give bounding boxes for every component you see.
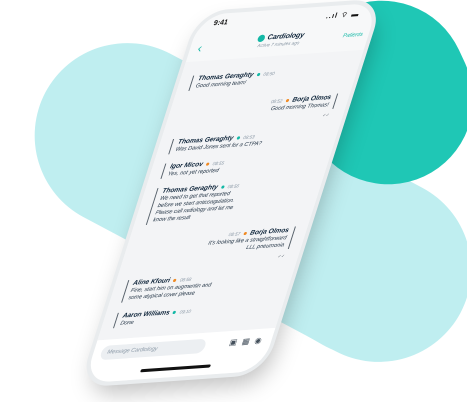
online-status-icon — [285, 98, 290, 103]
message-text: Done — [119, 319, 135, 327]
home-indicator — [140, 364, 212, 373]
composer-actions: ▣ ▦ ◉ — [228, 336, 263, 347]
message-time: 08:56 — [226, 183, 240, 190]
channel-icon — [256, 34, 266, 43]
message-item: Thomas Geraghty 08:56 We need to get tha… — [145, 182, 242, 225]
read-receipt-icon: ✓✓ — [321, 112, 331, 118]
online-status-icon — [243, 231, 248, 236]
message-input[interactable]: Message Cardiology — [98, 338, 208, 361]
online-status-icon — [220, 185, 225, 189]
message-item: Thomas Geraghty 08:50 Good morning team! — [188, 69, 276, 91]
message-item: Aline Kfouri 08:58 Fine, start him on au… — [121, 274, 215, 303]
message-item: Aaron Williams 09:10 Done — [113, 307, 193, 329]
camera-icon[interactable]: ▣ — [228, 337, 238, 347]
message-item: 08:57 Borja Olmos It's looking like a st… — [204, 226, 296, 255]
online-status-icon — [236, 136, 241, 140]
message-time: 09:10 — [178, 308, 192, 315]
user-icon[interactable]: ◉ — [253, 336, 263, 346]
online-status-icon — [173, 278, 177, 283]
message-time: 08:53 — [242, 134, 256, 141]
message-item: Thomas Geraghty 08:53 Was David Jones se… — [168, 132, 266, 155]
online-status-icon — [256, 72, 261, 77]
message-time: 08:55 — [211, 160, 225, 167]
message-text-line: know the result — [152, 214, 192, 224]
online-status-icon — [205, 162, 210, 166]
message-time: 08:50 — [262, 70, 276, 77]
online-status-icon — [172, 310, 177, 315]
chat-title-block[interactable]: Cardiology Active 7 minutes ago — [237, 31, 323, 50]
message-item: Igor Micov 08:55 Yes, not yet reported — [160, 159, 226, 179]
message-time: 08:58 — [179, 276, 193, 283]
status-time: 9:41 — [212, 19, 229, 28]
message-sender: Aaron Williams — [121, 309, 171, 320]
message-time: 08:57 — [227, 231, 241, 238]
image-icon[interactable]: ▦ — [241, 337, 251, 347]
read-receipt-icon: ✓✓ — [277, 253, 286, 259]
message-text-line: LLL pneumonia — [245, 242, 286, 251]
status-icons: ..ıl ⌔ ▬ — [324, 10, 361, 21]
message-text: Good morning Thomas! — [269, 102, 330, 113]
chevron-left-icon[interactable]: ‹ — [196, 41, 205, 56]
patients-link[interactable]: Patients — [342, 32, 364, 40]
message-item: 08:52 Borja Olmos Good morning Thomas! — [267, 93, 339, 114]
message-time: 08:52 — [270, 98, 284, 105]
